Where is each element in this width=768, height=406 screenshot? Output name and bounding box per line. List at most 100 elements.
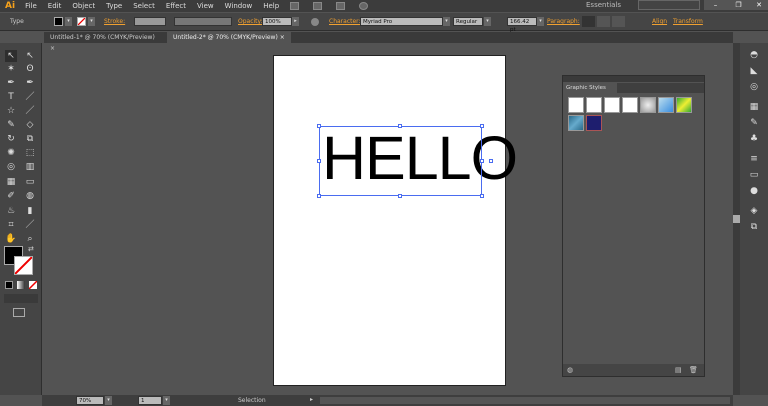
color-mode-icon[interactable] <box>5 281 13 289</box>
graph-tool-icon[interactable]: ▮ <box>24 205 36 217</box>
menu-type[interactable]: Type <box>106 2 122 10</box>
minimize-button[interactable]: – <box>704 0 727 10</box>
swap-colors-icon[interactable]: ⇄ <box>28 245 34 253</box>
slice-tool-icon[interactable]: ／ <box>24 219 36 231</box>
style-swatch-blue[interactable] <box>658 97 674 113</box>
new-style-icon[interactable]: ▤ <box>675 366 682 374</box>
vertical-scrollbar[interactable] <box>733 43 740 395</box>
menu-effect[interactable]: Effect <box>166 2 186 10</box>
eraser-tool-icon[interactable]: ◇ <box>24 119 36 131</box>
resize-handle[interactable] <box>398 194 402 198</box>
style-swatch-teal[interactable] <box>568 115 584 131</box>
style-swatch-white[interactable] <box>604 97 620 113</box>
transform-label[interactable]: Transform <box>673 18 703 25</box>
stroke-panel-icon[interactable]: ≡ <box>748 153 760 165</box>
status-arrow-icon[interactable]: ▸ <box>310 396 313 403</box>
gradient-tool-icon[interactable]: ▭ <box>24 176 36 188</box>
current-tool-status[interactable]: Selection <box>238 397 266 404</box>
menu-edit[interactable]: Edit <box>48 2 62 10</box>
menu-window[interactable]: Window <box>225 2 253 10</box>
direct-selection-tool-icon[interactable]: ↖ <box>24 50 36 62</box>
font-style-field[interactable]: Regular <box>453 17 483 26</box>
scale-tool-icon[interactable]: ⧉ <box>24 133 36 145</box>
pencil-tool-icon[interactable]: ✎ <box>5 119 17 131</box>
symbols-icon[interactable]: ♣ <box>748 133 760 145</box>
style-swatch-none[interactable] <box>622 97 638 113</box>
panel-tab-graphic-styles[interactable]: Graphic Styles <box>563 83 617 93</box>
gradient-panel-icon[interactable]: ◣ <box>748 65 760 77</box>
stroke-swatch[interactable] <box>77 17 86 26</box>
style-swatch-default-text[interactable] <box>586 97 602 113</box>
free-transform-tool-icon[interactable]: ⬚ <box>24 147 36 159</box>
gpu-icon[interactable] <box>359 2 369 10</box>
libraries-menu-icon[interactable]: ◍ <box>567 366 573 374</box>
delete-style-icon[interactable]: 🗑 <box>689 366 698 374</box>
artboard-dropdown[interactable]: ▾ <box>163 396 170 405</box>
eyedropper-tool-icon[interactable]: ✐ <box>5 190 17 202</box>
zoom-tool-icon[interactable]: ⌕ <box>24 233 36 245</box>
color-guide-icon[interactable]: ◓ <box>748 49 760 61</box>
graphic-styles-icon[interactable]: ● <box>748 185 760 197</box>
resize-handle[interactable] <box>317 194 321 198</box>
menu-file[interactable]: File <box>25 2 37 10</box>
line-tool-icon[interactable]: ／ <box>24 91 36 103</box>
font-size-dropdown[interactable]: ▾ <box>537 17 544 26</box>
tab-untitled-2[interactable]: Untitled-2* @ 70% (CMYK/Preview) × <box>167 32 291 43</box>
stroke-weight-field[interactable] <box>134 17 166 26</box>
style-swatch-green[interactable] <box>676 97 692 113</box>
selection-tool-icon[interactable]: ↖ <box>5 50 17 62</box>
horizontal-scrollbar[interactable] <box>320 397 730 404</box>
font-family-field[interactable]: Myriad Pro <box>360 17 443 26</box>
shape-builder-tool-icon[interactable]: ◎ <box>5 161 17 173</box>
pen-tool-icon[interactable]: ✒ <box>5 77 17 89</box>
draw-modes-icon[interactable] <box>4 294 38 303</box>
resize-handle[interactable] <box>398 124 402 128</box>
menu-help[interactable]: Help <box>263 2 279 10</box>
appearance-icon[interactable]: ◎ <box>748 81 760 93</box>
resize-handle[interactable] <box>317 124 321 128</box>
menu-view[interactable]: View <box>197 2 214 10</box>
stroke-label[interactable]: Stroke: <box>104 18 125 25</box>
perspective-grid-tool-icon[interactable]: ▥ <box>24 161 36 173</box>
stroke-dropdown[interactable]: ▾ <box>88 17 95 26</box>
close-button[interactable]: ✕ <box>750 0 768 10</box>
align-label[interactable]: Align <box>652 18 667 25</box>
recolor-icon[interactable] <box>311 18 319 26</box>
zoom-field[interactable]: 70% <box>76 396 104 405</box>
resize-handle[interactable] <box>480 124 484 128</box>
stock-icon[interactable] <box>313 2 323 10</box>
resize-handle[interactable] <box>317 159 321 163</box>
bridge-icon[interactable] <box>290 2 300 10</box>
artboards-icon[interactable]: ⧉ <box>748 221 760 233</box>
font-style-dropdown[interactable]: ▾ <box>484 17 491 26</box>
align-center-icon[interactable] <box>597 16 610 27</box>
zoom-dropdown[interactable]: ▾ <box>105 396 112 405</box>
mesh-tool-icon[interactable]: ▦ <box>5 176 17 188</box>
paintbrush-tool-icon[interactable]: ／ <box>24 105 36 117</box>
search-input[interactable] <box>638 0 700 10</box>
panel-header-bar[interactable] <box>563 76 704 82</box>
artboard[interactable] <box>273 55 506 386</box>
symbol-sprayer-tool-icon[interactable]: ♨ <box>5 205 17 217</box>
paragraph-label[interactable]: Paragraph: <box>547 18 580 25</box>
arrange-documents-icon[interactable] <box>336 2 346 10</box>
transparency-icon[interactable]: ▭ <box>748 169 760 181</box>
scroll-thumb[interactable] <box>733 215 740 223</box>
restore-button[interactable]: ❐ <box>727 0 750 10</box>
selection-bounding-box[interactable] <box>317 124 493 198</box>
font-family-dropdown[interactable]: ▾ <box>443 17 450 26</box>
fill-swatch[interactable] <box>54 17 63 26</box>
align-right-icon[interactable] <box>612 16 625 27</box>
opacity-arrow[interactable]: ▸ <box>292 17 299 26</box>
none-mode-icon[interactable] <box>29 281 37 289</box>
tab-untitled-1[interactable]: Untitled-1* @ 70% (CMYK/Preview) × <box>44 32 167 52</box>
gradient-mode-icon[interactable] <box>17 281 25 289</box>
workspace-switcher[interactable]: Essentials <box>586 1 621 9</box>
style-swatch-navy[interactable] <box>586 115 602 131</box>
align-left-icon[interactable] <box>582 16 595 27</box>
blend-tool-icon[interactable]: ◍ <box>24 190 36 202</box>
star-tool-icon[interactable]: ☆ <box>5 105 17 117</box>
text-out-port[interactable] <box>489 159 493 163</box>
rotate-tool-icon[interactable]: ↻ <box>5 133 17 145</box>
fill-dropdown[interactable]: ▾ <box>65 17 72 26</box>
